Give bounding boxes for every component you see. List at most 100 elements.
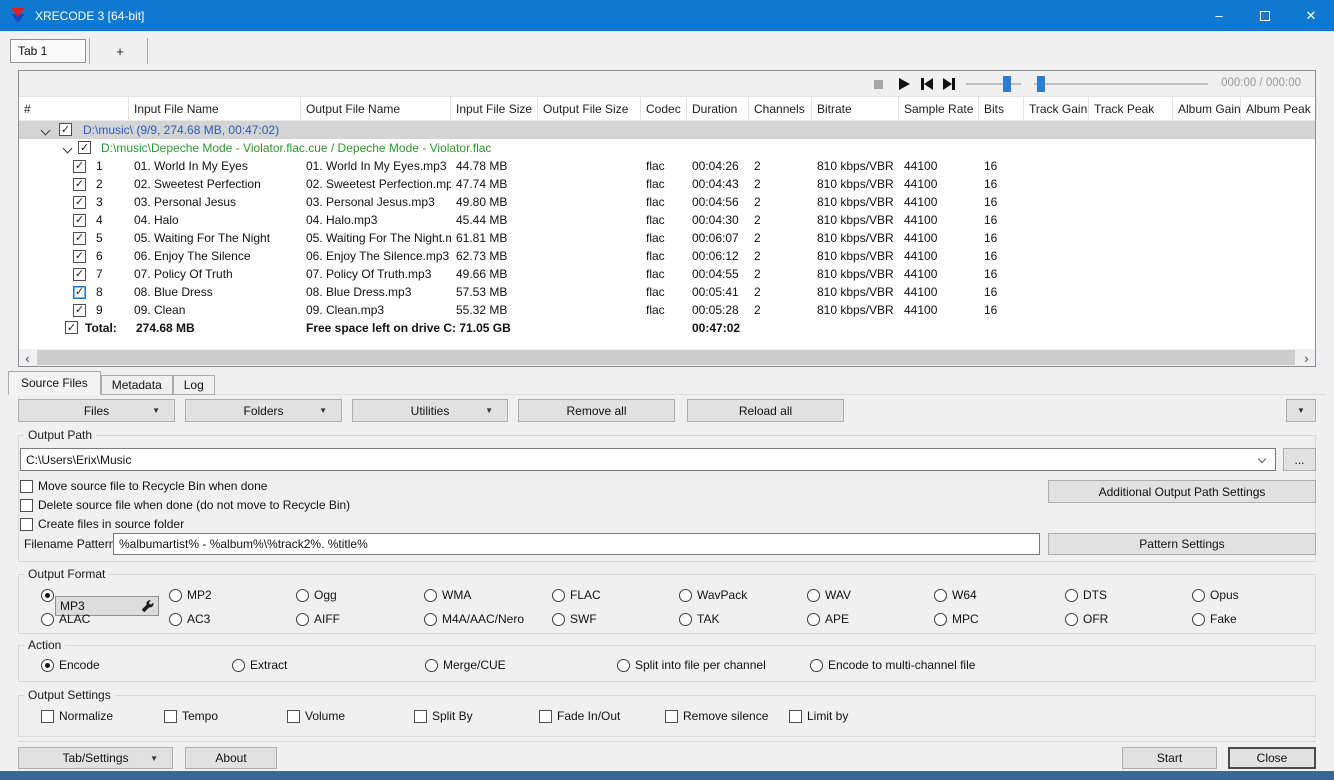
previous-track-button[interactable] <box>918 75 936 93</box>
format-option-wavpack[interactable]: WavPack <box>679 587 747 603</box>
col-header-input-file-size[interactable]: Input File Size <box>451 97 538 120</box>
browse-button[interactable]: ... <box>1283 448 1316 471</box>
next-track-button[interactable] <box>940 75 958 93</box>
setting-fade-in-out[interactable]: Fade In/Out <box>539 708 620 724</box>
col-header-input-file-name[interactable]: Input File Name <box>129 97 301 120</box>
action-option-extract[interactable]: Extract <box>232 657 287 673</box>
table-row[interactable]: ✓ 3 03. Personal Jesus 03. Personal Jesu… <box>19 193 1315 211</box>
row-checkbox[interactable]: ✓ <box>73 177 86 191</box>
action-option-multi-channel[interactable]: Encode to multi-channel file <box>810 657 975 673</box>
action-option-split-per-channel[interactable]: Split into file per channel <box>617 657 766 673</box>
utilities-button[interactable]: Utilities ▼ <box>352 399 508 422</box>
scrollbar-thumb[interactable] <box>37 350 1295 365</box>
group-row-root[interactable]: ✓ D:\music\ (9/9, 274.68 MB, 00:47:02) <box>19 121 1315 139</box>
setting-tempo[interactable]: Tempo <box>164 708 218 724</box>
option-delete-source-file[interactable]: Delete source file when done (do not mov… <box>20 497 350 513</box>
format-option-m4a[interactable]: M4A/AAC/Nero <box>424 611 524 627</box>
additional-output-path-settings-button[interactable]: Additional Output Path Settings <box>1048 480 1316 503</box>
play-button[interactable] <box>895 75 913 93</box>
format-option-swf[interactable]: SWF <box>552 611 597 627</box>
pattern-settings-button[interactable]: Pattern Settings <box>1048 533 1316 555</box>
close-button[interactable]: Close <box>1228 747 1316 769</box>
table-row[interactable]: ✓ 4 04. Halo 04. Halo.mp3 45.44 MB flac … <box>19 211 1315 229</box>
option-create-in-source-folder[interactable]: Create files in source folder <box>20 516 184 532</box>
table-row[interactable]: ✓ 2 02. Sweetest Perfection 02. Sweetest… <box>19 175 1315 193</box>
row-checkbox[interactable]: ✓ <box>73 267 86 281</box>
format-option-ogg[interactable]: Ogg <box>296 587 337 603</box>
col-header-num[interactable]: # <box>19 97 129 120</box>
format-option-ac3[interactable]: AC3 <box>169 611 210 627</box>
scroll-left-arrow[interactable]: ‹ <box>19 349 36 366</box>
files-button[interactable]: Files ▼ <box>18 399 175 422</box>
setting-volume[interactable]: Volume <box>287 708 345 724</box>
about-button[interactable]: About <box>185 747 277 769</box>
scroll-right-arrow[interactable]: › <box>1298 349 1315 366</box>
volume-slider-thumb[interactable] <box>1003 76 1011 92</box>
group-row-album[interactable]: ✓ D:\music\Depeche Mode - Violator.flac.… <box>19 139 1315 157</box>
table-row[interactable]: ✓ 6 06. Enjoy The Silence 06. Enjoy The … <box>19 247 1315 265</box>
setting-remove-silence[interactable]: Remove silence <box>665 708 768 724</box>
format-option-wav[interactable]: WAV <box>807 587 851 603</box>
format-option-opus[interactable]: Opus <box>1192 587 1239 603</box>
row-checkbox[interactable]: ✓ <box>73 195 86 209</box>
col-header-bitrate[interactable]: Bitrate <box>812 97 899 120</box>
row-checkbox[interactable]: ✓ <box>73 231 86 245</box>
format-option-fake[interactable]: Fake <box>1192 611 1237 627</box>
format-option-dts[interactable]: DTS <box>1065 587 1107 603</box>
table-row[interactable]: ✓ 7 07. Policy Of Truth 07. Policy Of Tr… <box>19 265 1315 283</box>
tab-metadata[interactable]: Metadata <box>100 375 173 395</box>
format-option-w64[interactable]: W64 <box>934 587 977 603</box>
group-checkbox[interactable]: ✓ <box>59 123 72 136</box>
setting-split-by[interactable]: Split By <box>414 708 473 724</box>
col-header-album-gain[interactable]: Album Gain <box>1173 97 1241 120</box>
output-path-combobox[interactable]: C:\Users\Erix\Music <box>20 448 1276 471</box>
row-checkbox[interactable]: ✓ <box>73 303 86 317</box>
col-header-track-peak[interactable]: Track Peak <box>1089 97 1173 120</box>
horizontal-scrollbar[interactable]: ‹ › <box>19 349 1315 366</box>
filename-pattern-input[interactable]: %albumartist% - %album%\%track2%. %title… <box>113 533 1040 555</box>
col-header-album-peak[interactable]: Album Peak <box>1241 97 1317 120</box>
close-window-button[interactable]: ✕ <box>1288 0 1334 31</box>
seek-slider-thumb[interactable] <box>1037 76 1045 92</box>
format-option-tak[interactable]: TAK <box>679 611 719 627</box>
stop-button[interactable] <box>869 75 887 93</box>
more-options-button[interactable]: ▼ <box>1286 399 1316 422</box>
volume-slider[interactable] <box>966 76 1021 92</box>
add-tab-button[interactable]: + <box>103 39 137 63</box>
format-option-ape[interactable]: APE <box>807 611 849 627</box>
table-row[interactable]: ✓ 1 01. World In My Eyes 01. World In My… <box>19 157 1315 175</box>
table-row[interactable]: ✓ 8 08. Blue Dress 08. Blue Dress.mp3 57… <box>19 283 1315 301</box>
total-checkbox[interactable]: ✓ <box>65 321 78 334</box>
table-row[interactable]: ✓ 5 05. Waiting For The Night 05. Waitin… <box>19 229 1315 247</box>
format-option-wma[interactable]: WMA <box>424 587 471 603</box>
reload-all-button[interactable]: Reload all <box>687 399 844 422</box>
group-checkbox[interactable]: ✓ <box>78 141 91 154</box>
tab-source-files[interactable]: Source Files <box>8 371 101 395</box>
format-option-ofr[interactable]: OFR <box>1065 611 1108 627</box>
collapse-chevron-icon[interactable] <box>40 125 51 136</box>
setting-limit-by[interactable]: Limit by <box>789 708 848 724</box>
format-option-flac[interactable]: FLAC <box>552 587 601 603</box>
tab-log[interactable]: Log <box>172 375 215 395</box>
col-header-sample-rate[interactable]: Sample Rate <box>899 97 979 120</box>
col-header-output-file-name[interactable]: Output File Name <box>301 97 451 120</box>
row-checkbox[interactable]: ✓ <box>73 213 86 227</box>
col-header-codec[interactable]: Codec <box>641 97 687 120</box>
format-option-mpc[interactable]: MPC <box>934 611 979 627</box>
table-row[interactable]: ✓ 9 09. Clean 09. Clean.mp3 55.32 MB fla… <box>19 301 1315 319</box>
col-header-bits[interactable]: Bits <box>979 97 1024 120</box>
format-option-aiff[interactable]: AIFF <box>296 611 340 627</box>
setting-normalize[interactable]: Normalize <box>41 708 113 724</box>
row-checkbox[interactable]: ✓ <box>73 249 86 263</box>
tab-settings-button[interactable]: Tab/Settings ▼ <box>18 747 173 769</box>
col-header-output-file-size[interactable]: Output File Size <box>538 97 641 120</box>
format-option-mp2[interactable]: MP2 <box>169 587 212 603</box>
tab-1[interactable]: Tab 1 <box>10 39 86 63</box>
remove-all-button[interactable]: Remove all <box>518 399 675 422</box>
format-option-alac[interactable]: ALAC <box>41 611 90 627</box>
col-header-channels[interactable]: Channels <box>749 97 812 120</box>
format-option-mp3[interactable] <box>41 587 54 603</box>
row-checkbox[interactable]: ✓ <box>73 285 86 299</box>
collapse-chevron-icon[interactable] <box>62 143 73 154</box>
maximize-button[interactable] <box>1242 0 1288 31</box>
